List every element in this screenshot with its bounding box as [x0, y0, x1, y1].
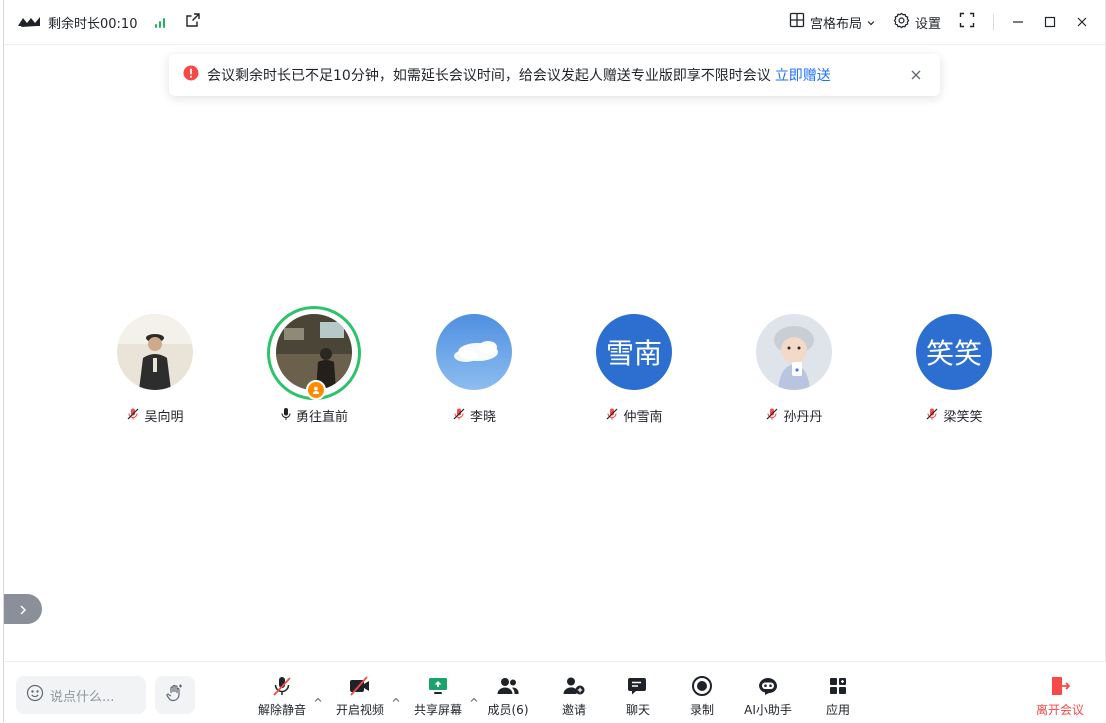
gear-icon: [893, 12, 910, 33]
top-bar-actions: 宫格布局 设置: [789, 0, 1088, 44]
participant-name-row: 吴向明: [85, 406, 225, 425]
top-bar: 剩余时长00:10 宫格布局 设置: [4, 0, 1106, 45]
chevron-right-icon: [19, 600, 27, 619]
gift-link[interactable]: 立即赠送: [775, 65, 831, 85]
record-button[interactable]: 录制: [684, 674, 720, 718]
participant-name: 仲雪南: [623, 410, 663, 425]
apps-label: 应用: [825, 703, 850, 717]
notice-message: 会议剩余时长已不足10分钟，如需延长会议时间，给会议发起人赠送专业版即享不限时会…: [207, 68, 771, 84]
chat-label: 聊天: [625, 703, 650, 717]
avatar: [756, 314, 832, 390]
chevron-up-icon[interactable]: [392, 688, 400, 707]
participant-tile[interactable]: 吴向明: [85, 314, 225, 425]
mic-muted-icon: [452, 407, 466, 425]
grid-layout-icon: [789, 12, 805, 32]
participant-tile[interactable]: 雪南 仲雪南: [564, 314, 704, 425]
app-logo-icon: [18, 16, 40, 28]
robot-icon: [742, 674, 794, 698]
participant-name-row: 李晓: [404, 406, 544, 425]
participant-name-row: 梁笑笑: [884, 406, 1024, 425]
mic-muted-icon: [256, 674, 308, 698]
divider: [993, 14, 994, 30]
fullscreen-button[interactable]: [959, 12, 975, 32]
raise-hand-button[interactable]: [155, 676, 195, 714]
share-screen-label: 共享屏幕: [413, 703, 462, 717]
camera-off-icon: [334, 674, 386, 698]
chat-icon: [620, 674, 656, 698]
maximize-icon[interactable]: [1044, 16, 1056, 28]
minimize-icon[interactable]: [1012, 16, 1024, 28]
time-limit-notice: 会议剩余时长已不足10分钟，如需延长会议时间，给会议发起人赠送专业版即享不限时会…: [169, 54, 940, 96]
members-icon: [486, 674, 530, 698]
share-screen-icon: [412, 674, 464, 698]
record-label: 录制: [689, 703, 714, 717]
fullscreen-icon: [959, 12, 975, 32]
members-button[interactable]: 成员(6): [486, 674, 530, 718]
members-label: 成员(6): [487, 703, 529, 717]
bottom-toolbar: 说点什么... 解除静音 开启视频 共享屏幕 成员(6) 邀请 聊天 录制 AI…: [4, 661, 1106, 723]
hand-icon: [165, 683, 185, 707]
warning-icon: [183, 65, 199, 85]
window-controls: [1012, 16, 1088, 28]
leave-meeting-label: 离开会议: [1035, 703, 1084, 717]
host-badge-icon: [306, 380, 326, 400]
expand-sidebar-button[interactable]: [4, 594, 42, 624]
participant-name: 吴向明: [144, 410, 184, 425]
remaining-time: 剩余时长00:10: [48, 16, 138, 32]
invite-button[interactable]: 邀请: [556, 674, 592, 718]
leave-meeting-button[interactable]: 离开会议: [1034, 674, 1086, 718]
meeting-status: 剩余时长00:10: [18, 0, 201, 44]
apps-button[interactable]: 应用: [820, 674, 856, 718]
avatar: 笑笑: [916, 314, 992, 390]
avatar: [117, 314, 193, 390]
chevron-up-icon[interactable]: [470, 688, 478, 707]
participant-name: 李晓: [469, 410, 496, 425]
participant-name-row: 仲雪南: [564, 406, 704, 425]
avatar: 雪南: [596, 314, 672, 390]
avatar: [276, 314, 352, 390]
participant-name-row: 勇往直前: [244, 406, 384, 425]
record-icon: [684, 674, 720, 698]
participant-tile[interactable]: 李晓: [404, 314, 544, 425]
chevron-down-icon: [867, 15, 875, 30]
layout-label: 宫格布局: [809, 16, 862, 32]
chevron-up-icon[interactable]: [314, 688, 322, 707]
mic-icon: [280, 407, 292, 425]
ai-assistant-button[interactable]: AI小助手: [742, 674, 794, 718]
layout-button[interactable]: 宫格布局: [789, 12, 875, 32]
share-screen-button[interactable]: 共享屏幕: [412, 674, 478, 718]
mic-muted-icon: [126, 407, 140, 425]
settings-button[interactable]: 设置: [893, 12, 941, 33]
chat-placeholder: 说点什么...: [50, 689, 115, 705]
participant-tile[interactable]: 勇往直前: [244, 306, 384, 425]
avatar: [436, 314, 512, 390]
ai-assistant-label: AI小助手: [744, 703, 792, 717]
settings-label: 设置: [914, 16, 941, 32]
participant-name: 梁笑笑: [943, 410, 983, 425]
leave-icon: [1034, 674, 1086, 698]
unmute-label: 解除静音: [257, 703, 306, 717]
apps-grid-icon: [820, 674, 856, 698]
invite-label: 邀请: [561, 703, 586, 717]
participant-name: 孙丹丹: [783, 410, 823, 425]
unmute-button[interactable]: 解除静音: [256, 674, 322, 718]
add-user-icon: [556, 674, 592, 698]
external-link-icon[interactable]: [185, 12, 201, 32]
close-icon[interactable]: [908, 67, 924, 87]
participant-name: 勇往直前: [295, 410, 348, 425]
participant-name-row: 孙丹丹: [724, 406, 864, 425]
mic-muted-icon: [765, 407, 779, 425]
participant-tile[interactable]: 孙丹丹: [724, 314, 864, 425]
mic-muted-icon: [605, 407, 619, 425]
close-window-icon[interactable]: [1076, 16, 1088, 28]
start-video-label: 开启视频: [335, 703, 384, 717]
mic-muted-icon: [925, 407, 939, 425]
quick-chat-input[interactable]: 说点什么...: [16, 676, 146, 714]
chat-button[interactable]: 聊天: [620, 674, 656, 718]
participant-tile[interactable]: 笑笑 梁笑笑: [884, 314, 1024, 425]
start-video-button[interactable]: 开启视频: [334, 674, 400, 718]
network-signal-icon: [155, 16, 166, 28]
emoji-icon[interactable]: [26, 684, 44, 706]
